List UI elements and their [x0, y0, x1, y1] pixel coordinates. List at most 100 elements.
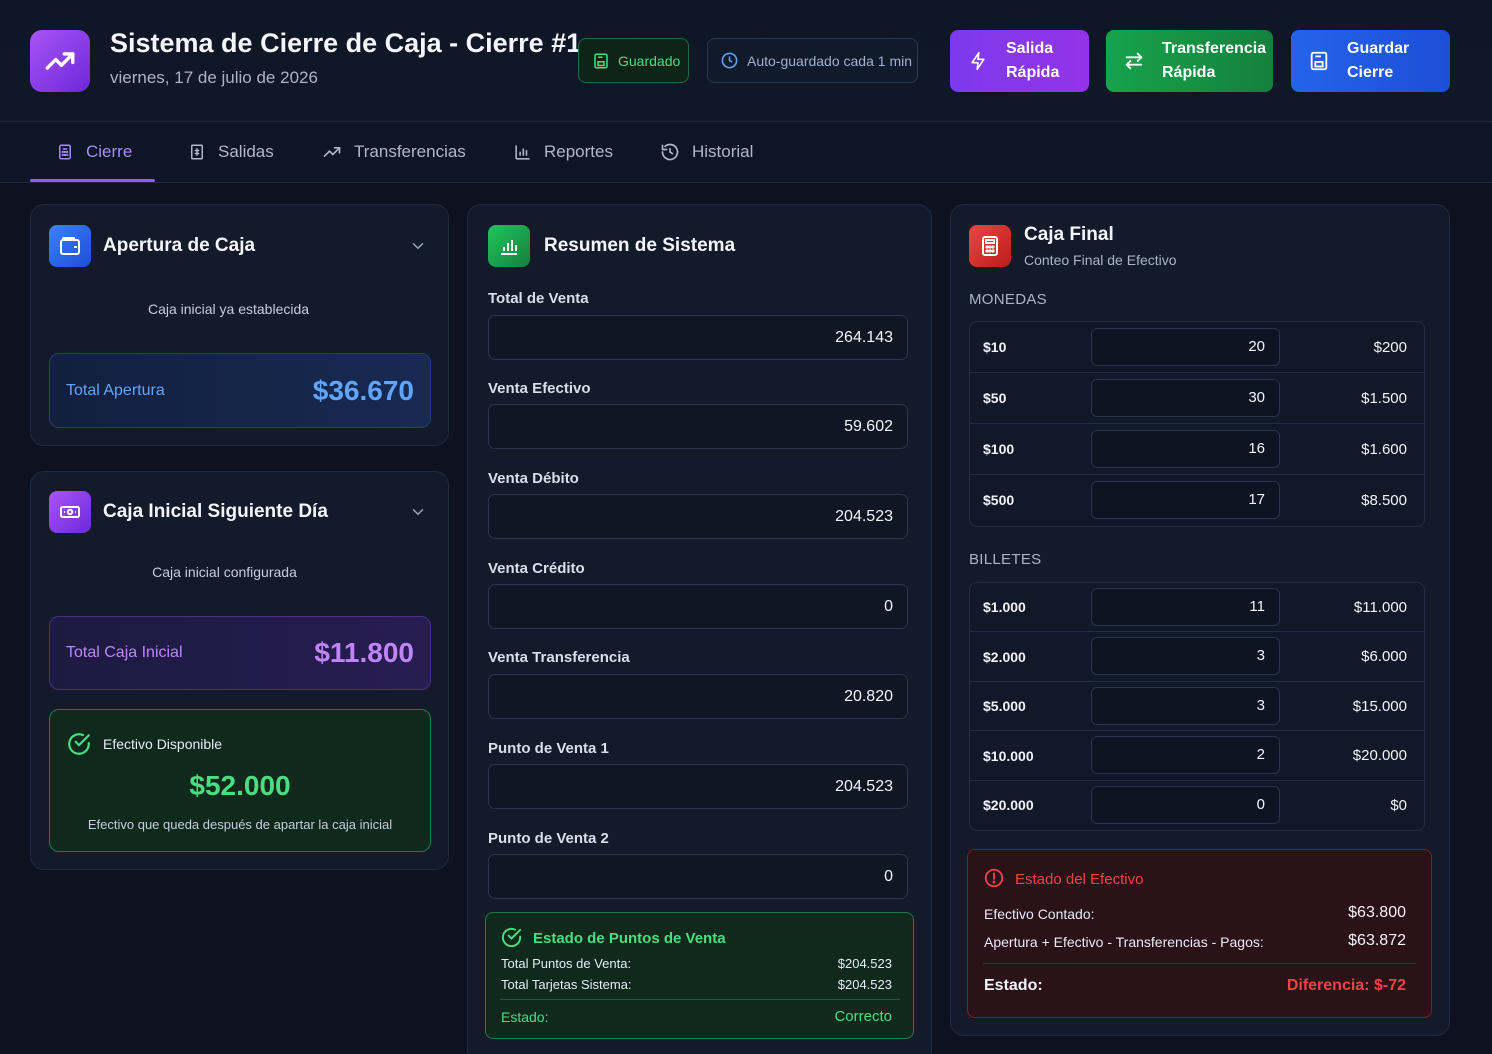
- tab-reportes[interactable]: Reportes: [513, 122, 613, 182]
- quantity-input[interactable]: 30: [1091, 379, 1280, 417]
- venta-credito-input[interactable]: 0: [488, 584, 908, 629]
- calculator-icon: [59, 144, 71, 160]
- row-total: $8.500: [1361, 492, 1407, 509]
- venta-debito-input[interactable]: 204.523: [488, 494, 908, 539]
- denomination-label: $10.000: [983, 748, 1034, 764]
- apertura-total-value: $36.670: [312, 374, 414, 406]
- quantity-input[interactable]: 3: [1091, 687, 1280, 725]
- swap-arrows-icon: [1125, 52, 1143, 70]
- row-total: $20.000: [1352, 747, 1407, 764]
- estado-efectivo-value: Diferencia: $-72: [1286, 977, 1406, 994]
- venta-efectivo-input[interactable]: 59.602: [488, 404, 908, 449]
- punto-venta-1-input[interactable]: 204.523: [488, 764, 908, 809]
- table-row: $50 30 $1.500: [970, 373, 1424, 424]
- efectivo-disponible-label: Efectivo Disponible: [103, 736, 223, 752]
- row-total: $0: [1390, 797, 1407, 814]
- calculator-icon: [969, 225, 1011, 267]
- alert-circle-icon: [984, 868, 1004, 888]
- venta-transferencia-input[interactable]: 20.820: [488, 674, 908, 719]
- tab-historial-label: Historial: [692, 142, 754, 161]
- quantity-input[interactable]: 16: [1091, 430, 1280, 468]
- guardar-cierre-button[interactable]: Guardar Cierre: [1291, 30, 1450, 92]
- salida-rapida-label-1: Salida: [1006, 40, 1054, 57]
- chevron-down-icon: [412, 243, 424, 250]
- billetes-table: $1.000 11 $11.000 $2.000 3 $6.000 $5.000…: [969, 582, 1425, 831]
- total-tarjetas-value: $204.523: [837, 977, 892, 992]
- efectivo-disponible-note: Efectivo que queda después de apartar la…: [87, 817, 393, 832]
- estado-pv-label: Estado:: [501, 1009, 549, 1025]
- autosave-badge-label: Auto-guardado cada 1 min: [747, 52, 912, 69]
- divider: [500, 999, 900, 1000]
- punto-venta-2-input[interactable]: 0: [488, 854, 908, 899]
- tab-reportes-label: Reportes: [544, 142, 613, 161]
- estado-pv-value: Correcto: [834, 1008, 892, 1025]
- tab-transferencias-label: Transferencias: [354, 142, 466, 161]
- tab-cierre[interactable]: Cierre: [56, 122, 132, 182]
- denomination-label: $50: [983, 390, 1007, 406]
- transferencia-rapida-label-1: Transferencia: [1162, 40, 1267, 57]
- tab-historial[interactable]: Historial: [660, 122, 753, 182]
- banknote-icon: [49, 491, 91, 533]
- apertura-total-box: Total Apertura $36.670: [49, 353, 431, 428]
- denomination-label: $100: [983, 441, 1015, 457]
- bar-chart-icon: [515, 144, 530, 160]
- transferencia-rapida-button[interactable]: Transferencia Rápida: [1106, 30, 1273, 92]
- history-icon: [661, 143, 679, 161]
- quantity-input[interactable]: 11: [1091, 588, 1280, 626]
- tab-bar: Cierre Salidas Transferencias Reportes H…: [0, 122, 1492, 183]
- denomination-label: $2.000: [983, 649, 1026, 665]
- salida-rapida-button[interactable]: Salida Rápida: [950, 30, 1089, 92]
- quantity-input[interactable]: 20: [1091, 328, 1280, 366]
- siguiente-card: Caja Inicial Siguiente Día Caja inicial …: [30, 471, 449, 870]
- table-row: $10 20 $200: [970, 322, 1424, 373]
- billetes-label: BILLETES: [969, 551, 1042, 568]
- lightning-icon: [971, 51, 985, 71]
- apertura-note: Caja inicial ya establecida: [147, 301, 310, 317]
- apertura-collapse-toggle[interactable]: [409, 237, 427, 260]
- trending-up-logo-icon: [30, 30, 90, 92]
- siguiente-title: Caja Inicial Siguiente Día: [103, 501, 328, 522]
- field-label-venta-credito: Venta Crédito: [488, 560, 585, 577]
- apertura-total-label: Total Apertura: [66, 381, 165, 399]
- saved-badge-label: Guardado: [618, 52, 681, 69]
- divider: [983, 963, 1416, 964]
- estado-efectivo-label: Estado:: [984, 977, 1043, 994]
- denomination-label: $10: [983, 339, 1007, 355]
- row-total: $1.600: [1361, 441, 1407, 458]
- transferencia-rapida-label-2: Rápida: [1162, 64, 1216, 81]
- row-total: $6.000: [1361, 648, 1407, 665]
- estado-puntos-venta-box: Estado de Puntos de Venta Total Puntos d…: [485, 912, 914, 1039]
- receipt-icon: [191, 144, 203, 160]
- bar-chart-icon: [488, 225, 530, 267]
- row-total: $11.000: [1353, 599, 1407, 616]
- resumen-card: Resumen de Sistema Total de Venta 264.14…: [467, 204, 932, 1054]
- siguiente-note: Caja inicial configurada: [152, 564, 297, 580]
- quantity-input[interactable]: 0: [1091, 786, 1280, 824]
- page-title: Sistema de Cierre de Caja - Cierre #1: [110, 28, 582, 58]
- check-circle-icon: [68, 733, 90, 755]
- autosave-badge: Auto-guardado cada 1 min: [707, 38, 918, 83]
- apertura-card: Apertura de Caja Caja inicial ya estable…: [30, 204, 449, 446]
- total-tarjetas-label: Total Tarjetas Sistema:: [501, 977, 632, 992]
- tab-salidas[interactable]: Salidas: [188, 122, 274, 182]
- row-total: $1.500: [1361, 390, 1407, 407]
- app-header: Sistema de Cierre de Caja - Cierre #1 vi…: [0, 0, 1492, 122]
- guardar-cierre-label-1: Guardar: [1347, 40, 1410, 57]
- siguiente-total-label: Total Caja Inicial: [66, 644, 183, 661]
- check-circle-icon: [501, 927, 522, 948]
- denomination-label: $20.000: [983, 797, 1034, 813]
- quantity-input[interactable]: 2: [1091, 736, 1280, 774]
- monedas-label: MONEDAS: [969, 291, 1047, 308]
- siguiente-collapse-toggle[interactable]: [409, 503, 427, 526]
- calculo-label: Apertura + Efectivo - Transferencias - P…: [984, 934, 1264, 950]
- salida-rapida-label-2: Rápida: [1006, 64, 1060, 81]
- caja-final-subtitle: Conteo Final de Efectivo: [1024, 252, 1177, 268]
- tab-cierre-label: Cierre: [86, 142, 133, 161]
- total-venta-input[interactable]: 264.143: [488, 315, 908, 360]
- tab-transferencias[interactable]: Transferencias: [322, 122, 466, 182]
- caja-final-title: Caja Final: [1024, 224, 1114, 245]
- table-row: $1.000 11 $11.000: [970, 583, 1424, 632]
- quantity-input[interactable]: 3: [1091, 637, 1280, 675]
- efectivo-disponible-value: $52.000: [189, 770, 291, 801]
- quantity-input[interactable]: 17: [1091, 481, 1280, 519]
